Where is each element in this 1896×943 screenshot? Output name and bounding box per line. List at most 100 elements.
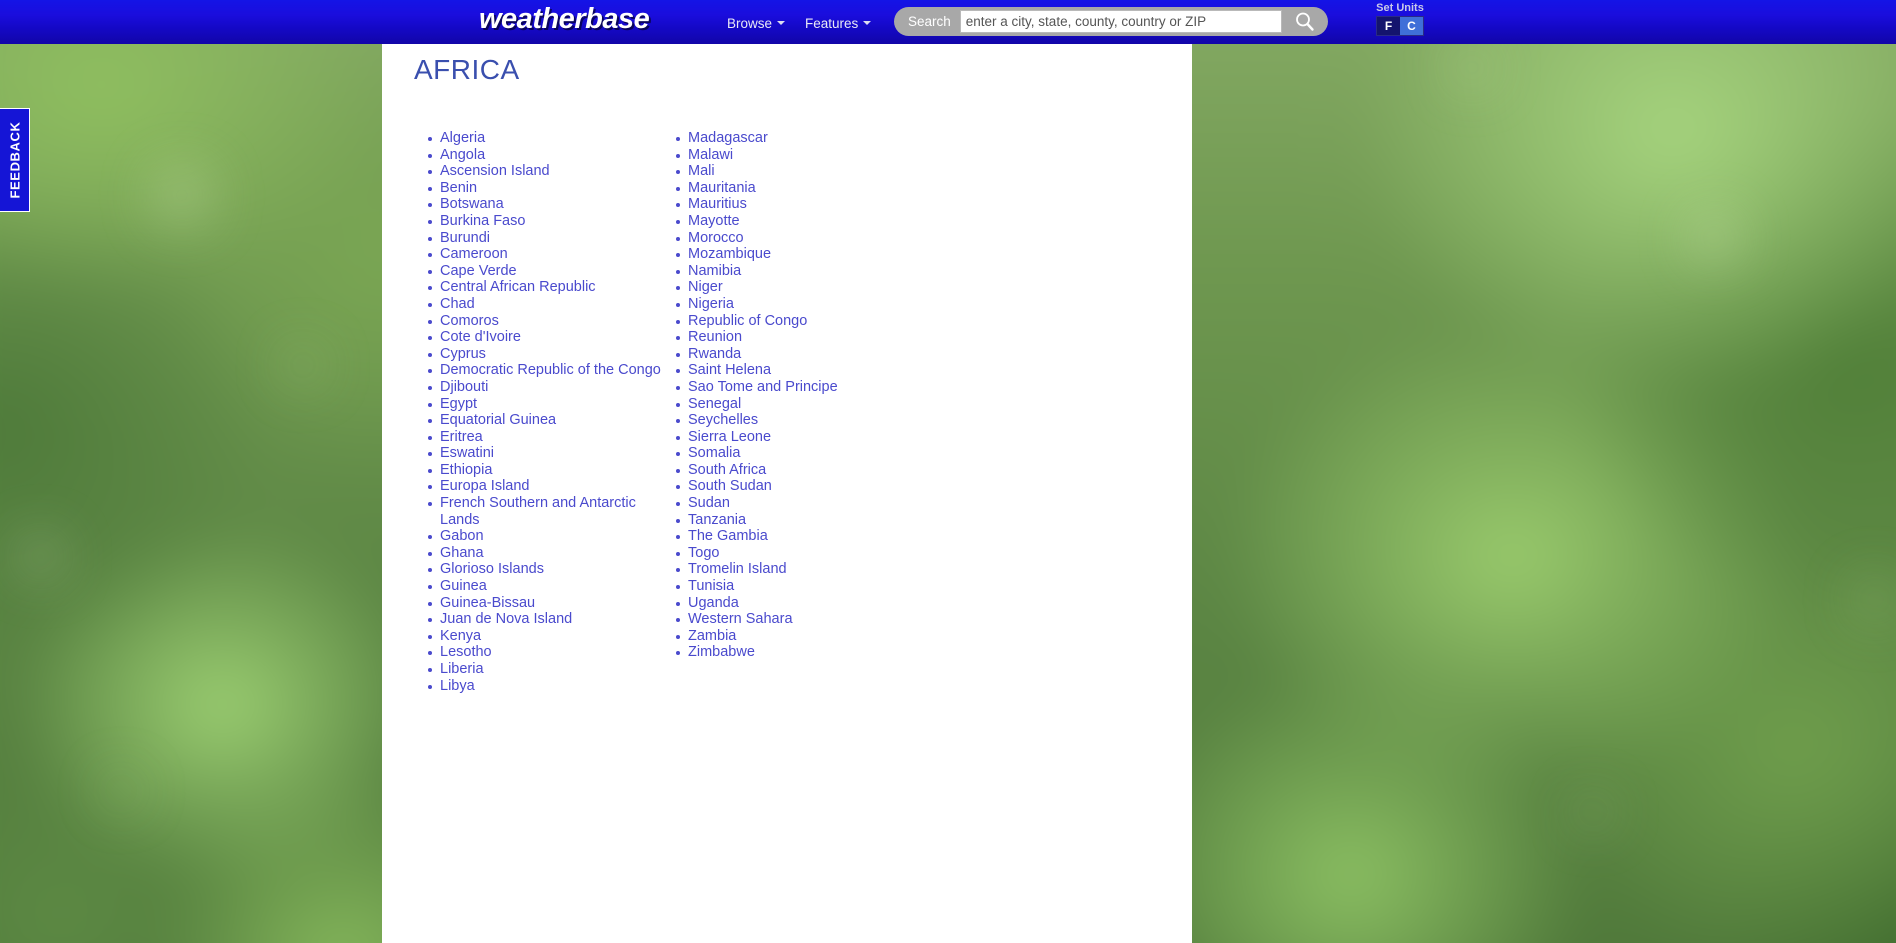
country-link[interactable]: Western Sahara [688, 611, 793, 627]
country-link[interactable]: Liberia [440, 661, 484, 677]
country-link[interactable]: Mayotte [688, 213, 740, 229]
country-link[interactable]: Egypt [440, 396, 477, 412]
country-link[interactable]: Cyprus [440, 346, 486, 362]
country-link[interactable]: Democratic Republic of the Congo [440, 362, 661, 378]
search-label: Search [908, 14, 951, 29]
country-link[interactable]: Reunion [688, 329, 742, 345]
country-link[interactable]: Namibia [688, 263, 741, 279]
list-item: Equatorial Guinea [428, 412, 666, 429]
country-link[interactable]: Cote d'Ivoire [440, 329, 521, 345]
country-link[interactable]: Madagascar [688, 130, 768, 146]
country-link[interactable]: Sudan [688, 495, 730, 511]
country-link[interactable]: Burkina Faso [440, 213, 525, 229]
country-link[interactable]: Uganda [688, 595, 739, 611]
country-link[interactable]: Ethiopia [440, 462, 492, 478]
country-link[interactable]: Mauritania [688, 180, 756, 196]
country-link[interactable]: Tanzania [688, 512, 746, 528]
list-item: Reunion [676, 329, 914, 346]
list-item: Glorioso Islands [428, 561, 666, 578]
country-link[interactable]: Morocco [688, 230, 744, 246]
list-item: Europa Island [428, 478, 666, 495]
country-link[interactable]: Central African Republic [440, 279, 596, 295]
nav-item-browse-label: Browse [727, 16, 773, 31]
country-link[interactable]: Ghana [440, 545, 484, 561]
list-item: Morocco [676, 230, 914, 247]
list-item: Kenya [428, 628, 666, 645]
country-link[interactable]: Guinea [440, 578, 487, 594]
list-item: Malawi [676, 147, 914, 164]
list-item: Chad [428, 296, 666, 313]
unit-button-celsius[interactable]: C [1400, 17, 1423, 35]
country-link[interactable]: Cape Verde [440, 263, 517, 279]
country-link[interactable]: Nigeria [688, 296, 734, 312]
list-item: Mayotte [676, 213, 914, 230]
set-units: Set Units F C [1371, 1, 1429, 36]
country-link[interactable]: Senegal [688, 396, 741, 412]
country-link[interactable]: Mauritius [688, 196, 747, 212]
country-link[interactable]: Sao Tome and Principe [688, 379, 838, 395]
country-link[interactable]: Somalia [688, 445, 740, 461]
country-link[interactable]: South Sudan [688, 478, 772, 494]
country-link[interactable]: Benin [440, 180, 477, 196]
country-link[interactable]: Zambia [688, 628, 736, 644]
country-link[interactable]: Eswatini [440, 445, 494, 461]
country-link[interactable]: Eritrea [440, 429, 483, 445]
country-link[interactable]: Libya [440, 678, 475, 694]
list-item: Comoros [428, 313, 666, 330]
country-link[interactable]: Guinea-Bissau [440, 595, 535, 611]
country-link[interactable]: Algeria [440, 130, 485, 146]
country-link[interactable]: Europa Island [440, 478, 529, 494]
nav-item-features[interactable]: Features [805, 16, 872, 31]
list-item: Djibouti [428, 379, 666, 396]
country-link[interactable]: Botswana [440, 196, 504, 212]
list-item: Angola [428, 147, 666, 164]
list-item: Western Sahara [676, 611, 914, 628]
country-link[interactable]: Togo [688, 545, 719, 561]
list-item: Eswatini [428, 445, 666, 462]
country-link[interactable]: Saint Helena [688, 362, 771, 378]
list-item: Sudan [676, 495, 914, 512]
country-link[interactable]: Tromelin Island [688, 561, 787, 577]
country-link[interactable]: Lesotho [440, 644, 492, 660]
country-link[interactable]: Sierra Leone [688, 429, 771, 445]
country-link[interactable]: Malawi [688, 147, 733, 163]
country-link[interactable]: Cameroon [440, 246, 508, 262]
nav-item-browse[interactable]: Browse [727, 16, 786, 31]
feedback-tab[interactable]: FEEDBACK [0, 108, 30, 212]
country-link[interactable]: Gabon [440, 528, 484, 544]
country-link[interactable]: Niger [688, 279, 723, 295]
country-link[interactable]: Republic of Congo [688, 313, 807, 329]
country-link[interactable]: Djibouti [440, 379, 488, 395]
list-item: Central African Republic [428, 279, 666, 296]
unit-toggle: F C [1376, 16, 1424, 36]
country-link[interactable]: Zimbabwe [688, 644, 755, 660]
list-item: Egypt [428, 396, 666, 413]
country-link[interactable]: Angola [440, 147, 485, 163]
country-link[interactable]: French Southern and Antarctic Lands [440, 495, 636, 528]
country-link[interactable]: Mozambique [688, 246, 771, 262]
set-units-label: Set Units [1376, 2, 1424, 14]
country-link[interactable]: The Gambia [688, 528, 768, 544]
country-link[interactable]: Juan de Nova Island [440, 611, 572, 627]
country-link[interactable]: Tunisia [688, 578, 734, 594]
search-submit-button[interactable] [1282, 7, 1328, 36]
country-link[interactable]: Ascension Island [440, 163, 550, 179]
country-link[interactable]: Burundi [440, 230, 490, 246]
country-link[interactable]: Kenya [440, 628, 481, 644]
country-link[interactable]: Mali [688, 163, 715, 179]
header-inner: weatherbase Browse Features Search Set U… [0, 0, 1896, 44]
country-link[interactable]: Equatorial Guinea [440, 412, 556, 428]
country-link[interactable]: Seychelles [688, 412, 758, 428]
country-link[interactable]: Rwanda [688, 346, 741, 362]
country-link[interactable]: South Africa [688, 462, 766, 478]
search-input[interactable] [959, 10, 1282, 33]
list-item: Liberia [428, 661, 666, 678]
country-link[interactable]: Glorioso Islands [440, 561, 544, 577]
unit-button-fahrenheit[interactable]: F [1377, 17, 1400, 35]
list-item: South Sudan [676, 478, 914, 495]
country-link[interactable]: Chad [440, 296, 475, 312]
country-link[interactable]: Comoros [440, 313, 499, 329]
chevron-down-icon [863, 21, 872, 26]
site-logo[interactable]: weatherbase [479, 3, 650, 36]
list-item: Cape Verde [428, 263, 666, 280]
